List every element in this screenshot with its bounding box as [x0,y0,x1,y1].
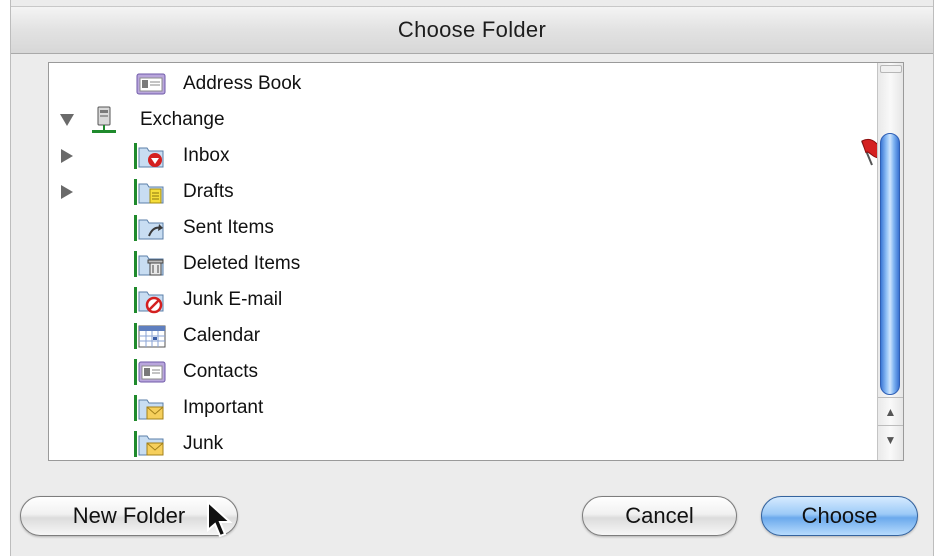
folder-label: Calendar [183,325,261,346]
exchange-server-icon [92,106,116,133]
folder-label: Address Book [183,73,302,94]
scrollbar-top-cap [880,65,902,73]
cancel-button[interactable]: Cancel [582,496,737,536]
scroll-down-arrow-icon[interactable]: ▼ [878,425,903,454]
folder-row-address-book[interactable]: Address Book [49,66,879,102]
folder-row-important[interactable]: Important [49,390,879,426]
cancel-button-label: Cancel [625,503,694,528]
folder-label: Junk E-mail [183,289,283,310]
mouse-cursor-icon [207,500,233,538]
deleted-items-folder-icon [134,251,164,277]
folder-row-calendar[interactable]: Calendar [49,318,879,354]
disclosure-triangle-collapsed[interactable] [60,149,74,163]
address-book-icon [136,73,166,95]
choose-button-label: Choose [801,503,878,528]
folder-label: Inbox [183,145,230,166]
choose-folder-dialog: Choose Folder Address Book Exchange Inbo… [10,0,934,556]
folder-row-exchange[interactable]: Exchange [49,102,879,138]
folder-row-drafts[interactable]: Drafts [49,174,879,210]
folder-label: Sent Items [183,217,274,238]
calendar-folder-icon [134,323,166,349]
disclosure-triangle-expanded[interactable] [60,113,74,127]
folder-list[interactable]: Address Book Exchange Inbox Drafts Sent … [48,62,904,461]
drafts-folder-icon [134,179,164,205]
folder-label: Junk [183,433,224,454]
folder-label: Important [183,397,264,418]
vertical-scrollbar[interactable]: ▲ ▼ [877,63,903,460]
scrollbar-thumb[interactable] [880,133,900,395]
disclosure-triangle-collapsed[interactable] [60,185,74,199]
dialog-title: Choose Folder [397,17,547,42]
folder-label: Contacts [183,361,258,382]
mail-folder-icon [134,431,164,457]
folder-label: Deleted Items [183,253,301,274]
folder-label: Exchange [140,109,225,130]
choose-button[interactable]: Choose [761,496,918,536]
new-folder-button-label: New Folder [72,503,186,528]
folder-row-sent-items[interactable]: Sent Items [49,210,879,246]
folder-row-deleted-items[interactable]: Deleted Items [49,246,879,282]
folder-label: Drafts [183,181,234,202]
sent-items-folder-icon [134,215,164,241]
mail-folder-icon [134,395,164,421]
folder-row-contacts[interactable]: Contacts [49,354,879,390]
folder-row-junk[interactable]: Junk [49,426,879,460]
folder-row-inbox[interactable]: Inbox [49,138,879,174]
inbox-folder-icon [134,143,164,169]
scroll-up-arrow-icon[interactable]: ▲ [878,397,903,426]
folder-row-junk-e-mail[interactable]: Junk E-mail [49,282,879,318]
contacts-folder-icon [134,359,166,385]
title-bar[interactable]: Choose Folder [11,6,933,54]
junk-email-folder-icon [134,287,164,314]
